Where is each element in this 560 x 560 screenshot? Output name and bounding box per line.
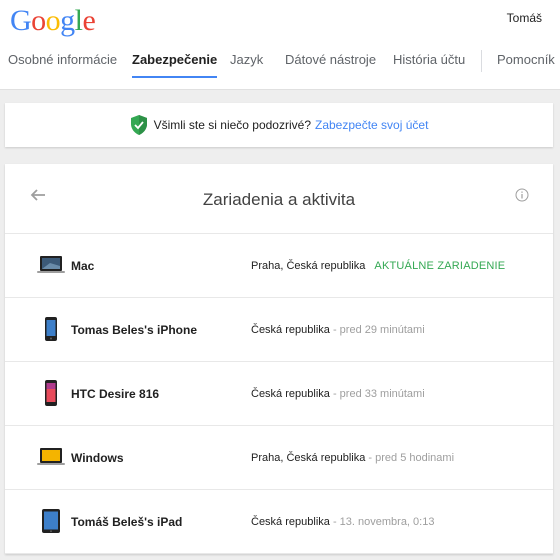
shield-check-icon bbox=[130, 115, 147, 135]
device-name: Windows bbox=[71, 451, 124, 465]
logo-letter: G bbox=[10, 4, 32, 37]
device-name: Mac bbox=[71, 259, 95, 273]
tab-data-tools[interactable]: Dátové nástroje bbox=[285, 44, 376, 90]
secure-account-link[interactable]: Zabezpečte svoj účet bbox=[315, 118, 428, 132]
info-icon[interactable] bbox=[515, 188, 529, 202]
device-last-active: 13. novembra, 0:13 bbox=[339, 516, 435, 528]
device-location-line: Česká republika - pred 33 minútami bbox=[251, 388, 425, 400]
tab-personal-info[interactable]: Osobné informácie bbox=[8, 44, 117, 90]
card-header: Zariadenia a aktivita bbox=[5, 164, 553, 234]
logo-letter: o bbox=[31, 4, 46, 37]
device-last-active: pred 29 minútami bbox=[339, 324, 425, 336]
device-location-line: Praha, Česká republika AKTUÁLNE ZARIADEN… bbox=[251, 260, 505, 272]
tab-bar: Osobné informácie Zabezpečenie Jazyk Dát… bbox=[0, 44, 560, 90]
tab-language[interactable]: Jazyk bbox=[230, 44, 263, 90]
tab-account-history[interactable]: História účtu bbox=[393, 44, 465, 90]
user-name[interactable]: Tomáš bbox=[507, 11, 542, 25]
tab-security[interactable]: Zabezpečenie bbox=[132, 44, 218, 90]
top-bar: Google Tomáš Osobné informácie Zabezpeče… bbox=[0, 0, 560, 90]
device-row-mac[interactable]: Mac Praha, Česká republika AKTUÁLNE ZARI… bbox=[5, 234, 553, 298]
device-last-active: pred 5 hodinami bbox=[375, 452, 455, 464]
device-last-active: pred 33 minútami bbox=[339, 388, 425, 400]
device-name: HTC Desire 816 bbox=[71, 387, 160, 401]
logo-letter: g bbox=[60, 4, 75, 37]
laptop-icon bbox=[33, 250, 69, 280]
separator: - bbox=[332, 516, 337, 528]
device-row-iphone[interactable]: Tomas Beles's iPhone Česká republika - p… bbox=[5, 298, 553, 362]
google-logo[interactable]: Google bbox=[10, 4, 96, 38]
current-device-badge: AKTUÁLNE ZARIADENIE bbox=[374, 260, 506, 272]
device-location: Česká republika bbox=[251, 388, 330, 400]
security-notice: Všimli ste si niečo podozrivé? Zabezpečt… bbox=[5, 103, 553, 147]
device-location: Česká republika bbox=[251, 324, 330, 336]
separator: - bbox=[332, 324, 337, 336]
windows-laptop-icon bbox=[33, 442, 69, 472]
device-location-line: Česká republika - 13. novembra, 0:13 bbox=[251, 516, 434, 528]
device-name: Tomas Beles's iPhone bbox=[71, 323, 198, 337]
notice-text: Všimli ste si niečo podozrivé? bbox=[153, 118, 311, 132]
device-name: Tomáš Beleš's iPad bbox=[71, 515, 183, 529]
ipad-icon bbox=[33, 506, 69, 536]
devices-card: Zariadenia a aktivita Mac Praha, Česká r… bbox=[5, 164, 553, 554]
device-location: Praha, Česká republika bbox=[251, 260, 366, 272]
iphone-icon bbox=[33, 314, 69, 344]
device-row-htc[interactable]: HTC Desire 816 Česká republika - pred 33… bbox=[5, 362, 553, 426]
android-phone-icon bbox=[33, 378, 69, 408]
device-row-ipad[interactable]: Tomáš Beleš's iPad Česká republika - 13.… bbox=[5, 490, 553, 554]
separator: - bbox=[332, 388, 337, 400]
device-row-windows[interactable]: Windows Praha, Česká republika - pred 5 … bbox=[5, 426, 553, 490]
tab-help[interactable]: Pomocník bbox=[497, 44, 555, 90]
separator: - bbox=[368, 452, 373, 464]
logo-letter: l bbox=[74, 4, 83, 37]
page-title: Zariadenia a aktivita bbox=[202, 190, 356, 209]
logo-letter: o bbox=[45, 4, 61, 37]
device-location: Česká republika bbox=[251, 516, 330, 528]
device-location: Praha, Česká republika bbox=[251, 452, 366, 464]
tab-divider bbox=[481, 50, 482, 72]
device-location-line: Praha, Česká republika - pred 5 hodinami bbox=[251, 452, 454, 464]
device-location-line: Česká republika - pred 29 minútami bbox=[251, 324, 425, 336]
logo-letter: e bbox=[82, 4, 96, 37]
